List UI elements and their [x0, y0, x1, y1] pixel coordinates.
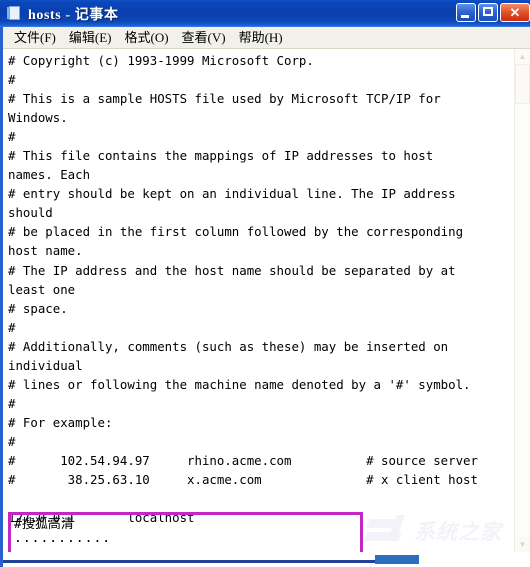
close-button[interactable]: ✕ — [500, 3, 530, 22]
minimize-icon — [461, 15, 469, 18]
close-icon: ✕ — [509, 5, 521, 20]
horizontal-scrollbar[interactable] — [3, 552, 530, 567]
vertical-scroll-thumb[interactable] — [515, 64, 530, 104]
menu-item-edit[interactable]: 编辑(E) — [64, 29, 120, 46]
menu-item-file[interactable]: 文件(F) — [9, 29, 64, 46]
menu-bar: 文件(F) 编辑(E) 格式(O) 查看(V) 帮助(H) — [3, 27, 530, 49]
vertical-scrollbar[interactable]: ▲ ▼ — [514, 49, 530, 552]
menu-item-format[interactable]: 格式(O) — [120, 29, 177, 46]
notepad-screenshot: hosts - 记事本 ✕ 文件(F) 编辑(E) 格式(O) 查看(V) 帮助… — [0, 0, 530, 567]
maximize-button[interactable] — [478, 3, 498, 22]
scroll-up-arrow-icon[interactable]: ▲ — [515, 49, 530, 64]
menu-item-view[interactable]: 查看(V) — [177, 29, 234, 46]
notepad-document-icon — [7, 6, 22, 21]
scroll-down-arrow-icon[interactable]: ▼ — [515, 537, 530, 552]
maximize-icon — [483, 7, 493, 16]
annotation-dots-line: ........... — [14, 531, 112, 546]
minimize-button[interactable] — [456, 3, 476, 22]
notepad-window: hosts - 记事本 ✕ 文件(F) 编辑(E) 格式(O) 查看(V) 帮助… — [0, 0, 530, 567]
editor-area: # Copyright (c) 1993-1999 Microsoft Corp… — [3, 49, 530, 567]
title-bar[interactable]: hosts - 记事本 ✕ — [0, 0, 530, 27]
horizontal-scroll-thumb[interactable] — [375, 555, 419, 564]
hosts-file-text[interactable]: # Copyright (c) 1993-1999 Microsoft Corp… — [3, 49, 515, 549]
horizontal-scroll-rail[interactable] — [3, 560, 375, 563]
window-controls: ✕ — [456, 3, 530, 22]
window-title: hosts - 记事本 — [28, 7, 119, 23]
menu-item-help[interactable]: 帮助(H) — [234, 29, 291, 46]
